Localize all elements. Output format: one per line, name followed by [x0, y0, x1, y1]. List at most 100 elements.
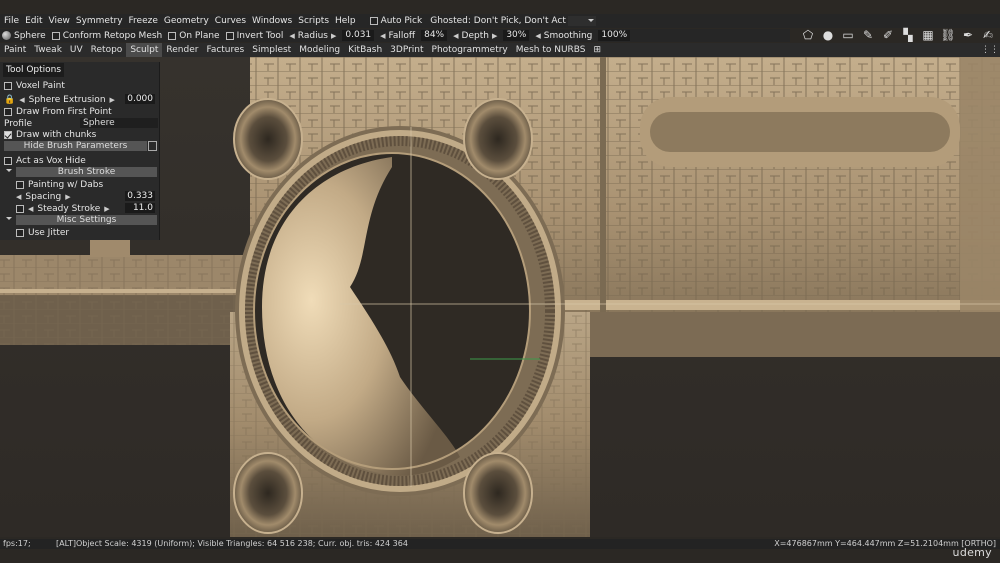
conform-retopo-checkbox[interactable]: [51, 31, 60, 40]
arrow-left-icon[interactable]: ◀: [453, 32, 458, 40]
arrow-right-icon[interactable]: ▶: [331, 32, 336, 40]
draw-with-chunks-label: Draw with chunks: [16, 129, 97, 140]
grid-icon[interactable]: ▦: [920, 28, 936, 43]
polygon-select-icon[interactable]: ⬠: [800, 28, 816, 43]
tab-tweak[interactable]: Tweak: [30, 43, 66, 57]
add-room-icon[interactable]: ⊞: [590, 43, 606, 57]
arrow-right-icon[interactable]: ▶: [104, 205, 109, 213]
chevron-down-icon[interactable]: [567, 16, 596, 26]
arrow-left-icon[interactable]: ◀: [16, 193, 21, 201]
link-icon[interactable]: ⛓: [940, 28, 956, 43]
depth-value[interactable]: 30%: [503, 30, 530, 41]
draw-from-first-point-option[interactable]: Draw From First Point: [4, 106, 112, 117]
brush-stroke-section[interactable]: Brush Stroke: [16, 167, 157, 177]
tab-simplest[interactable]: Simplest: [248, 43, 295, 57]
tab-uv[interactable]: UV: [66, 43, 87, 57]
tab-paint[interactable]: Paint: [0, 43, 30, 57]
act-as-vox-hide-label: Act as Vox Hide: [16, 155, 86, 166]
checker-icon[interactable]: ▚: [900, 28, 916, 43]
use-jitter-checkbox[interactable]: [16, 228, 24, 237]
menu-symmetry[interactable]: Symmetry: [76, 16, 129, 26]
act-as-vox-hide-option[interactable]: Act as Vox Hide: [4, 155, 86, 166]
tab-mesh-to-nurbs[interactable]: Mesh to NURBS: [512, 43, 590, 57]
fps-readout: fps:17;: [3, 539, 31, 548]
act-as-vox-hide-checkbox[interactable]: [4, 156, 12, 165]
panel-title[interactable]: Tool Options: [3, 63, 65, 77]
menu-scripts[interactable]: Scripts: [298, 16, 335, 26]
steady-stroke-slider[interactable]: ◀ Steady Stroke ▶: [16, 203, 110, 214]
tab-kitbash[interactable]: KitBash: [344, 43, 386, 57]
steady-stroke-label: Steady Stroke: [37, 203, 101, 214]
radius-value[interactable]: 0.031: [342, 30, 375, 41]
falloff-slider[interactable]: ◀ Falloff: [380, 31, 415, 41]
status-bar: fps:17; [ALT]Object Scale: 4319 (Uniform…: [0, 539, 1000, 549]
brush-icon[interactable]: ✐: [880, 28, 896, 43]
tab-render[interactable]: Render: [162, 43, 202, 57]
ghosted-dropdown[interactable]: Ghosted: Don't Pick, Don't Act: [430, 16, 596, 26]
primitive-selector[interactable]: Sphere: [2, 31, 46, 41]
smoothing-value[interactable]: 100%: [598, 30, 631, 41]
collapse-triangle-icon[interactable]: [6, 169, 12, 175]
hide-brush-parameters-button[interactable]: Hide Brush Parameters: [4, 141, 147, 151]
sphere-icon[interactable]: ●: [820, 28, 836, 43]
arrow-left-icon[interactable]: ◀: [19, 96, 24, 104]
sphere-extrusion-value[interactable]: 0.000: [125, 94, 155, 104]
panel-menu-icon[interactable]: ⋮⋮: [980, 43, 1000, 57]
collapse-triangle-icon[interactable]: [6, 217, 12, 223]
menu-windows[interactable]: Windows: [252, 16, 298, 26]
lock-icon[interactable]: 🔒: [4, 95, 15, 105]
draw-with-chunks-checkbox[interactable]: [4, 130, 12, 139]
use-jitter-option[interactable]: Use Jitter: [16, 227, 69, 238]
rectangle-select-icon[interactable]: ▭: [840, 28, 856, 43]
tab-modeling[interactable]: Modeling: [295, 43, 344, 57]
on-plane-toggle[interactable]: On Plane: [168, 31, 220, 41]
profile-dropdown[interactable]: Sphere: [80, 118, 158, 128]
spacing-value[interactable]: 0.333: [125, 191, 155, 201]
arrow-right-icon[interactable]: ▶: [65, 193, 70, 201]
conform-retopo-toggle[interactable]: Conform Retopo Mesh: [51, 30, 163, 41]
tab-sculpt[interactable]: Sculpt: [126, 43, 163, 57]
brush-parameters-icon[interactable]: [148, 141, 157, 151]
menu-view[interactable]: View: [49, 16, 76, 26]
falloff-value[interactable]: 84%: [421, 30, 448, 41]
tab-retopo[interactable]: Retopo: [87, 43, 127, 57]
steady-stroke-checkbox[interactable]: [16, 204, 24, 213]
auto-pick-toggle[interactable]: Auto Pick: [369, 16, 422, 26]
tab-photogrammetry[interactable]: Photogrammetry: [428, 43, 512, 57]
brush-settings-icon[interactable]: ✍: [980, 28, 996, 43]
radius-slider[interactable]: ◀ Radius ▶: [289, 31, 336, 41]
menu-geometry[interactable]: Geometry: [164, 16, 215, 26]
auto-pick-checkbox[interactable]: [369, 17, 378, 25]
draw-from-first-point-checkbox[interactable]: [4, 107, 12, 116]
arrow-left-icon[interactable]: ◀: [380, 32, 385, 40]
spacing-slider[interactable]: ◀ Spacing ▶: [16, 191, 71, 202]
voxel-paint-option[interactable]: Voxel Paint: [4, 80, 65, 91]
voxel-paint-checkbox[interactable]: [4, 81, 12, 90]
menu-help[interactable]: Help: [335, 16, 362, 26]
painting-w-dabs-option[interactable]: Painting w/ Dabs: [16, 179, 103, 190]
steady-stroke-value[interactable]: 11.0: [125, 203, 155, 213]
menu-file[interactable]: File: [4, 16, 25, 26]
invert-tool-checkbox[interactable]: [225, 31, 234, 40]
arrow-left-icon[interactable]: ◀: [28, 205, 33, 213]
arrow-left-icon[interactable]: ◀: [289, 32, 294, 40]
painting-w-dabs-checkbox[interactable]: [16, 180, 24, 189]
menu-edit[interactable]: Edit: [25, 16, 48, 26]
smoothing-slider[interactable]: ◀ Smoothing: [535, 31, 592, 41]
tab-3dprint[interactable]: 3DPrint: [386, 43, 427, 57]
invert-tool-toggle[interactable]: Invert Tool: [225, 31, 283, 41]
tab-factures[interactable]: Factures: [202, 43, 248, 57]
arrow-right-icon[interactable]: ▶: [110, 96, 115, 104]
arrow-left-icon[interactable]: ◀: [535, 32, 540, 40]
depth-slider[interactable]: ◀ Depth ▶: [453, 31, 497, 41]
sphere-extrusion-slider[interactable]: 🔒 ◀ Sphere Extrusion ▶: [4, 94, 115, 105]
menu-freeze[interactable]: Freeze: [129, 16, 164, 26]
arrow-right-icon[interactable]: ▶: [492, 32, 497, 40]
menu-curves[interactable]: Curves: [215, 16, 252, 26]
conform-retopo-label: Conform Retopo Mesh: [62, 30, 163, 41]
on-plane-checkbox[interactable]: [168, 31, 177, 40]
eyedropper-icon[interactable]: ✒: [960, 28, 976, 43]
draw-with-chunks-option[interactable]: Draw with chunks: [4, 129, 96, 140]
misc-settings-section[interactable]: Misc Settings: [16, 215, 157, 225]
pen-tool-icon[interactable]: ✎: [860, 28, 876, 43]
